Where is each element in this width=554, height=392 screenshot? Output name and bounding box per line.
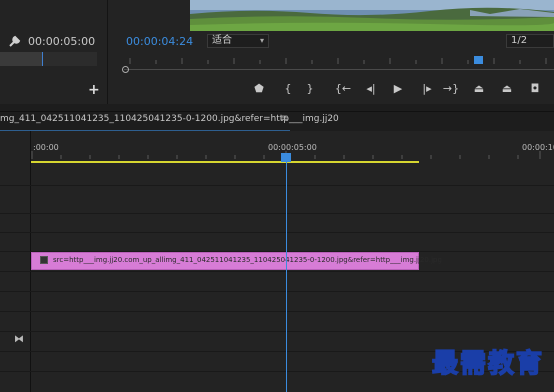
program-scrub-bar[interactable] bbox=[124, 69, 554, 70]
track-divider bbox=[0, 185, 554, 186]
fit-dropdown-value: 适合 bbox=[212, 35, 232, 46]
fit-dropdown[interactable]: 适合 ▾ bbox=[207, 34, 269, 48]
work-area-bar[interactable] bbox=[31, 161, 419, 163]
mark-in-icon[interactable]: { bbox=[279, 82, 297, 96]
track-divider bbox=[0, 271, 554, 272]
program-playhead[interactable] bbox=[474, 56, 483, 64]
watermark-logo: 最需教育 bbox=[431, 348, 545, 380]
go-to-in-icon[interactable]: {← bbox=[334, 82, 352, 96]
track-divider bbox=[0, 291, 554, 292]
menu-icon[interactable]: ≡ bbox=[280, 113, 288, 124]
marker-icon[interactable]: ⬟ bbox=[250, 82, 268, 96]
timeline-playhead-handle[interactable] bbox=[281, 153, 291, 162]
clip-label: src=http___img.jj20.com_up_allimg_411_04… bbox=[53, 256, 442, 264]
source-scrub-bar[interactable] bbox=[0, 52, 42, 66]
mark-out-icon[interactable]: } bbox=[301, 82, 319, 96]
resolution-dropdown-value: 1/2 bbox=[511, 35, 528, 46]
source-playhead[interactable] bbox=[42, 52, 43, 66]
track-headers bbox=[0, 131, 31, 392]
timeline-ruler-ticks[interactable] bbox=[31, 151, 554, 159]
fx-badge-icon bbox=[40, 256, 48, 264]
track-divider bbox=[0, 232, 554, 233]
source-scrub-bar-remaining[interactable] bbox=[42, 52, 97, 66]
wrench-icon[interactable] bbox=[8, 34, 22, 48]
track-divider bbox=[0, 213, 554, 214]
video-preview-landscape bbox=[190, 0, 554, 31]
go-to-out-icon[interactable]: →} bbox=[442, 82, 460, 96]
track-divider bbox=[0, 311, 554, 312]
sync-lock-icon[interactable]: ⧓ bbox=[14, 334, 24, 345]
step-back-icon[interactable]: ◂| bbox=[362, 82, 380, 96]
lift-icon[interactable]: ⏏ bbox=[470, 82, 488, 96]
track-divider bbox=[0, 331, 554, 332]
timeline-playhead-line[interactable] bbox=[286, 154, 287, 392]
source-timecode[interactable]: 00:00:05:00 bbox=[28, 35, 95, 48]
export-frame-icon[interactable]: ◘ bbox=[526, 82, 544, 96]
resolution-dropdown[interactable]: 1/2 bbox=[506, 34, 554, 48]
scrub-start-handle[interactable] bbox=[122, 66, 129, 73]
program-time-ruler[interactable] bbox=[120, 52, 554, 64]
add-button[interactable]: + bbox=[88, 82, 100, 98]
extract-icon[interactable]: ⏏ bbox=[498, 82, 516, 96]
play-icon[interactable]: ▶ bbox=[389, 82, 407, 96]
step-forward-icon[interactable]: |▸ bbox=[418, 82, 436, 96]
chevron-down-icon: ▾ bbox=[259, 36, 264, 45]
program-timecode[interactable]: 00:00:04:24 bbox=[126, 35, 193, 48]
